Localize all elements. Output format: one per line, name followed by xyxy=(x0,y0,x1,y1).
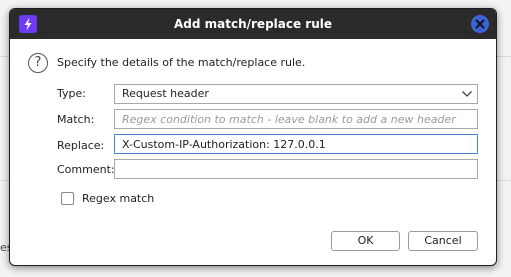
help-icon: ? xyxy=(28,53,48,73)
regex-match-checkbox[interactable] xyxy=(61,192,74,205)
replace-input[interactable] xyxy=(114,134,478,154)
replace-label: Replace: xyxy=(57,139,105,152)
comment-input[interactable] xyxy=(114,159,478,179)
comment-label: Comment: xyxy=(57,163,115,176)
type-select-value: Request header xyxy=(122,87,209,100)
close-button[interactable] xyxy=(471,15,489,33)
type-select[interactable]: Request header xyxy=(114,84,478,104)
cancel-button[interactable]: Cancel xyxy=(408,231,478,251)
match-label: Match: xyxy=(57,113,95,126)
type-label: Type: xyxy=(57,87,86,100)
dialog-titlebar: Add match/replace rule xyxy=(10,9,496,39)
close-icon xyxy=(475,19,485,29)
dialog-intro-text: Specify the details of the match/replace… xyxy=(57,56,306,69)
regex-match-label: Regex match xyxy=(82,192,155,205)
chevron-down-icon xyxy=(462,91,472,97)
dialog-title: Add match/replace rule xyxy=(173,17,333,31)
match-input[interactable] xyxy=(114,109,478,129)
ok-button[interactable]: OK xyxy=(331,231,400,251)
match-replace-dialog: Add match/replace rule ? Specify the det… xyxy=(9,8,497,266)
